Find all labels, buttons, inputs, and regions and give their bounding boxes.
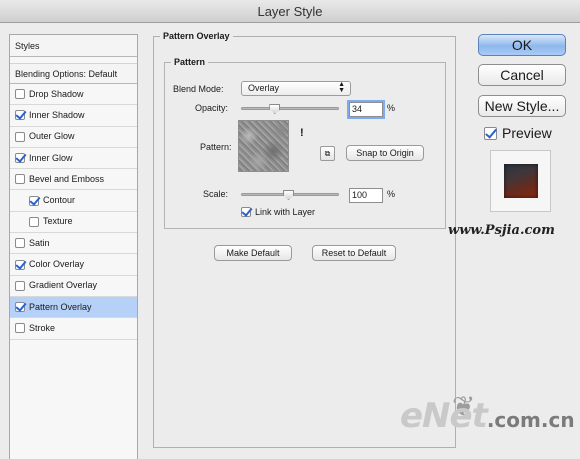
opacity-slider[interactable] [241, 107, 339, 110]
style-item-label: Inner Glow [29, 152, 73, 163]
scale-unit: % [387, 189, 396, 199]
blend-mode-value: Overlay [248, 83, 280, 93]
link-with-layer-checkbox[interactable] [241, 207, 251, 217]
style-item[interactable]: Inner Shadow [10, 105, 137, 127]
ok-button[interactable]: OK [478, 34, 566, 56]
preview-toggle[interactable]: Preview [484, 125, 552, 141]
style-item[interactable]: Outer Glow [10, 127, 137, 148]
opacity-unit: % [387, 103, 396, 113]
preview-checkbox[interactable] [484, 126, 497, 140]
link-with-layer-row[interactable]: Link with Layer [241, 207, 315, 217]
link-with-layer-label: Link with Layer [255, 207, 316, 217]
dialog-body: Styles Blending Options: Default Drop Sh… [0, 23, 580, 459]
scale-value: 100 [352, 190, 368, 200]
style-item[interactable]: Contour [10, 190, 137, 212]
select-arrows-icon: ▲ ▼ [338, 81, 345, 94]
blending-options-item[interactable]: Blending Options: Default [10, 63, 137, 84]
preview-label: Preview [502, 125, 552, 141]
style-item-label: Satin [29, 237, 50, 248]
style-item-checkbox[interactable] [15, 131, 25, 142]
style-item-label: Color Overlay [29, 259, 85, 270]
style-item-label: Outer Glow [29, 131, 75, 142]
panel-title: Pattern Overlay [160, 31, 233, 41]
blend-mode-select[interactable]: Overlay ▲ ▼ [241, 81, 351, 96]
style-item-label: Texture [43, 216, 73, 227]
pattern-label: Pattern: [200, 142, 232, 152]
style-item[interactable]: Inner Glow [10, 148, 137, 170]
enet-logo: eNet.com.cn [400, 396, 575, 436]
style-item-label: Contour [43, 195, 76, 206]
reset-to-default-label: Reset to Default [321, 248, 387, 258]
style-item[interactable]: Bevel and Emboss [10, 169, 137, 191]
style-item-label: Pattern Overlay [29, 301, 92, 312]
blend-mode-label: Blend Mode: [173, 84, 224, 94]
reset-to-default-button[interactable]: Reset to Default [312, 245, 396, 261]
enet-logo-text: eNet [400, 396, 488, 436]
style-item-checkbox[interactable] [29, 195, 39, 206]
opacity-input[interactable]: 34 [349, 102, 383, 117]
ok-label: OK [511, 37, 533, 53]
pattern-picker-arrow-icon[interactable]: ! [300, 127, 304, 139]
new-style-label: New Style... [484, 98, 560, 114]
style-item[interactable]: Gradient Overlay [10, 276, 137, 297]
pattern-swatch[interactable] [238, 120, 289, 172]
make-default-label: Make Default [226, 248, 280, 258]
style-item-checkbox[interactable] [29, 216, 39, 227]
scale-input[interactable]: 100 [349, 188, 383, 203]
opacity-label: Opacity: [195, 103, 229, 113]
scale-slider-thumb[interactable] [283, 190, 294, 200]
style-item-checkbox[interactable] [15, 174, 25, 185]
opacity-value: 34 [352, 104, 363, 114]
style-item[interactable]: Texture [10, 212, 137, 234]
style-item[interactable]: Drop Shadow [10, 84, 137, 106]
styles-header-label: Styles [15, 41, 40, 51]
pattern-group: Pattern Blend Mode: Overlay ▲ ▼ Opacity: … [164, 57, 446, 229]
style-item[interactable]: Color Overlay [10, 254, 137, 276]
style-item-checkbox[interactable] [15, 89, 25, 100]
styles-header[interactable]: Styles [10, 35, 137, 57]
style-item-checkbox[interactable] [15, 302, 25, 313]
psjia-watermark: www.Psjia.com [448, 223, 555, 238]
styles-list: Styles Blending Options: Default Drop Sh… [9, 34, 138, 459]
style-item-label: Inner Shadow [29, 109, 85, 120]
new-style-button[interactable]: New Style... [478, 95, 566, 117]
pattern-overlay-panel: Pattern Overlay Pattern Blend Mode: Over… [153, 31, 456, 448]
style-items: Drop Shadow Inner Shadow Outer Glow Inner G… [10, 84, 137, 340]
style-item-label: Drop Shadow [29, 88, 84, 99]
window-title: Layer Style [257, 4, 323, 19]
style-item-checkbox[interactable] [15, 153, 25, 164]
style-item-label: Gradient Overlay [29, 280, 98, 291]
scale-label: Scale: [203, 189, 229, 199]
style-item-checkbox[interactable] [15, 323, 25, 334]
enet-logo-domain: .com.cn [486, 408, 575, 432]
style-item[interactable]: Stroke [10, 318, 137, 340]
cancel-label: Cancel [500, 67, 544, 83]
style-item-label: Stroke [29, 322, 56, 333]
style-item-checkbox[interactable] [15, 238, 25, 249]
preview-swatch [504, 164, 538, 198]
style-item-checkbox[interactable] [15, 110, 25, 121]
make-default-button[interactable]: Make Default [214, 245, 292, 261]
style-item-label: Bevel and Emboss [29, 173, 105, 184]
style-item-checkbox[interactable] [15, 280, 25, 291]
blending-options-label: Blending Options: Default [15, 69, 118, 79]
style-item[interactable]: Satin [10, 233, 137, 255]
window-titlebar: Layer Style [0, 0, 580, 23]
cancel-button[interactable]: Cancel [478, 64, 566, 86]
pattern-group-title: Pattern [171, 57, 209, 67]
create-preset-icon[interactable]: ⧉ [320, 146, 335, 161]
style-item[interactable]: Pattern Overlay [10, 296, 137, 319]
opacity-slider-thumb[interactable] [269, 104, 281, 114]
snap-to-origin-button[interactable]: Snap to Origin [346, 145, 424, 161]
style-item-checkbox[interactable] [15, 259, 25, 270]
snap-to-origin-label: Snap to Origin [356, 148, 414, 158]
preview-frame [490, 150, 551, 212]
